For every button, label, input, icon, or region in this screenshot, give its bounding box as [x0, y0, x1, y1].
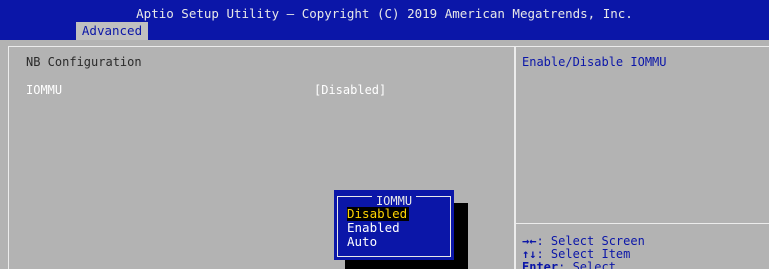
help-divider: [516, 223, 769, 224]
hint-text: : Select Item: [536, 247, 631, 261]
hint-select-screen: →←: Select Screen: [522, 234, 645, 248]
help-panel: Enable/Disable IOMMU →←: Select Screen ↑…: [515, 46, 769, 269]
app-title: Aptio Setup Utility – Copyright (C) 2019…: [136, 6, 633, 21]
title-bar: Aptio Setup Utility – Copyright (C) 2019…: [0, 0, 769, 40]
section-title: NB Configuration: [26, 55, 142, 69]
iommu-popup: IOMMU Disabled Enabled Auto: [334, 190, 454, 260]
hint-key-up-down: ↑↓: [522, 247, 537, 261]
popup-frame: IOMMU Disabled Enabled Auto: [337, 194, 451, 257]
hint-text: : Select Screen: [536, 234, 645, 248]
popup-option-enabled[interactable]: Enabled: [347, 221, 400, 235]
iommu-option-label[interactable]: IOMMU: [26, 83, 62, 97]
hint-select-item: ↑↓: Select Item: [522, 247, 630, 261]
hint-key-left-right: →←: [522, 234, 537, 248]
tab-advanced[interactable]: Advanced: [76, 22, 148, 40]
iommu-option-value[interactable]: [Disabled]: [314, 83, 386, 97]
popup-option-auto[interactable]: Auto: [347, 235, 377, 249]
hint-select: Enter: Select: [522, 260, 616, 269]
hint-key-enter: Enter: [522, 260, 559, 269]
help-description: Enable/Disable IOMMU: [522, 55, 667, 69]
hint-text: : Select: [558, 260, 616, 269]
popup-option-disabled[interactable]: Disabled: [347, 207, 410, 221]
